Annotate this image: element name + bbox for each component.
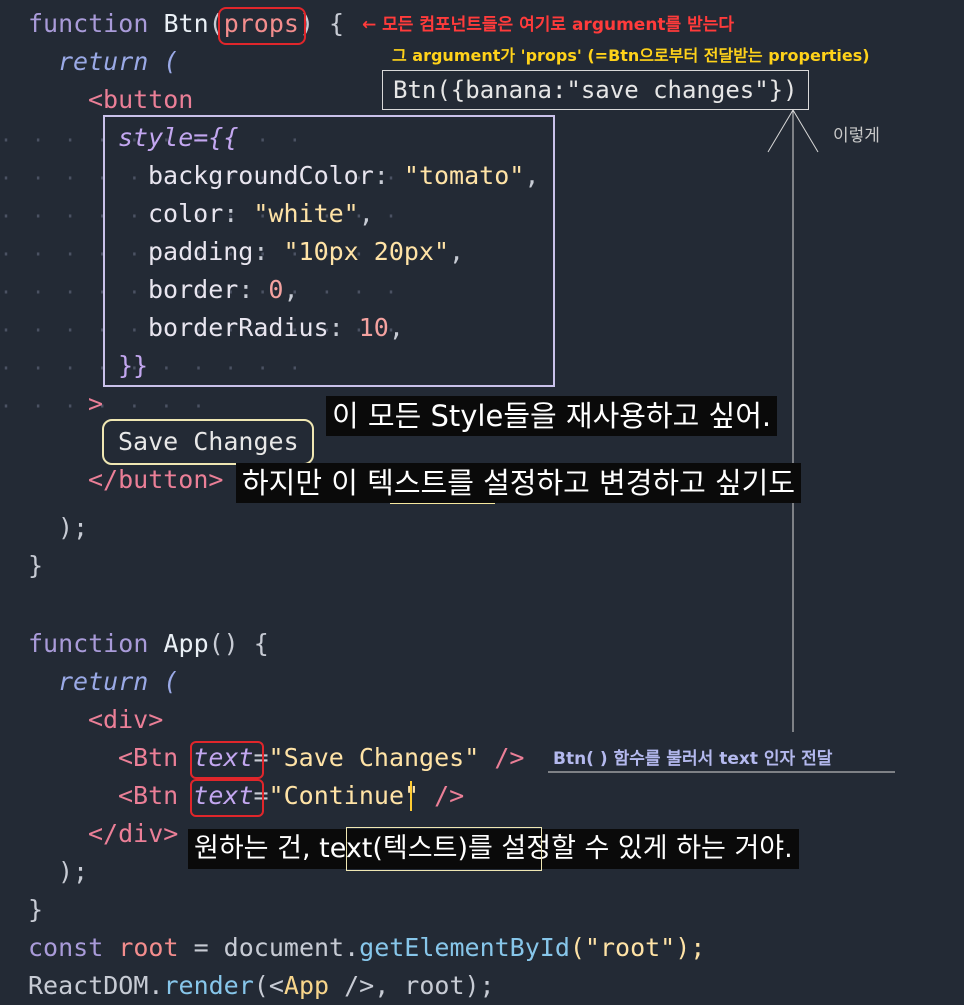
- like-this-label: 이렇게: [833, 126, 880, 146]
- arrowhead-left: [767, 109, 794, 153]
- arrowhead-right: [792, 109, 819, 153]
- subtitle-1: 이 모든 Style들을 재사용하고 싶어.: [326, 396, 778, 436]
- subtitle-3: 원하는 건, text(텍스트)를 설정할 수 있게 하는 거야.: [188, 829, 799, 869]
- call-note-label: Btn( ) 함수를 불러서 text 인자 전달: [553, 749, 833, 769]
- subtitle-2: 하지만 이 텍스트를 설정하고 변경하고 싶기도: [236, 463, 802, 503]
